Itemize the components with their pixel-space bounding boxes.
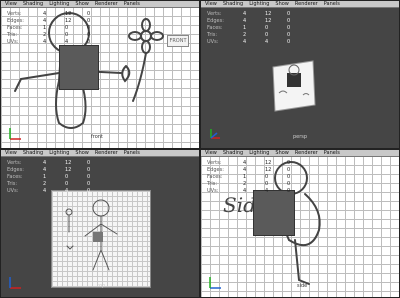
menu-lighting[interactable]: Lighting	[49, 150, 69, 156]
menu-panels[interactable]: Panels	[124, 1, 140, 7]
viewport-menubar: View Shading Lighting Show Renderer Pane…	[201, 1, 399, 8]
overlay-label: FRONT	[167, 35, 189, 47]
axis-gizmo-icon	[9, 277, 21, 289]
camera-label: side	[297, 283, 308, 289]
menu-panels[interactable]: Panels	[324, 150, 340, 156]
viewport-menubar: View Shading Lighting Show Renderer Pane…	[1, 150, 199, 157]
menu-renderer[interactable]: Renderer	[295, 150, 318, 156]
menu-view[interactable]: View	[5, 1, 17, 7]
camera-label: top	[97, 283, 106, 289]
menu-shading[interactable]: Shading	[223, 1, 243, 7]
menu-view[interactable]: View	[205, 150, 217, 156]
menu-panels[interactable]: Panels	[124, 150, 140, 156]
heads-up-display: Verts: 4 12 0 Edges: 4 12 0 Faces: 1 0 0 Tris: 2 0 0…	[7, 11, 91, 45]
viewport-persp[interactable]: View Shading Lighting Show Renderer Pane…	[200, 0, 400, 149]
menu-view[interactable]: View	[205, 1, 217, 7]
viewport-front[interactable]: View Shading Lighting Show Renderer Pane…	[0, 0, 200, 149]
camera-label: persp	[293, 134, 308, 140]
menu-shading[interactable]: Shading	[23, 150, 43, 156]
menu-lighting[interactable]: Lighting	[49, 1, 69, 7]
heads-up-display: Verts: 4 12 0 Edges: 4 12 0 Faces: 1 0 0 Tris: 2 0 0…	[7, 160, 91, 194]
axis-gizmo-icon	[9, 128, 21, 140]
menu-renderer[interactable]: Renderer	[295, 1, 318, 7]
menu-view[interactable]: View	[5, 150, 17, 156]
menu-shading[interactable]: Shading	[23, 1, 43, 7]
viewport-side[interactable]: View Shading Lighting Show Renderer Pane…	[200, 149, 400, 298]
axis-gizmo-icon	[210, 129, 220, 139]
menu-lighting[interactable]: Lighting	[249, 1, 269, 7]
viewport-menubar: View Shading Lighting Show Renderer Pane…	[1, 1, 199, 8]
menu-show[interactable]: Show	[75, 1, 89, 7]
menu-shading[interactable]: Shading	[223, 150, 243, 156]
menu-show[interactable]: Show	[75, 150, 89, 156]
menu-show[interactable]: Show	[275, 150, 289, 156]
menu-renderer[interactable]: Renderer	[95, 150, 118, 156]
image-plane[interactable]	[253, 190, 295, 236]
menu-renderer[interactable]: Renderer	[95, 1, 118, 7]
camera-label: front	[91, 134, 103, 140]
menu-panels[interactable]: Panels	[324, 1, 340, 7]
menu-lighting[interactable]: Lighting	[249, 150, 269, 156]
viewport-top[interactable]: View Shading Lighting Show Renderer Pane…	[0, 149, 200, 298]
menu-show[interactable]: Show	[275, 1, 289, 7]
image-plane[interactable]	[59, 45, 99, 90]
viewport-menubar: View Shading Lighting Show Renderer Pane…	[201, 150, 399, 157]
heads-up-display: Verts: 4 12 0 Edges: 4 12 0 Faces: 1 0 0 Tris: 2 0 0…	[207, 11, 291, 45]
axis-gizmo-icon	[209, 277, 221, 289]
heads-up-display: Verts: 4 12 0 Edges: 4 12 0 Faces: 1 0 0 Tris: 2 0 0…	[207, 160, 291, 194]
